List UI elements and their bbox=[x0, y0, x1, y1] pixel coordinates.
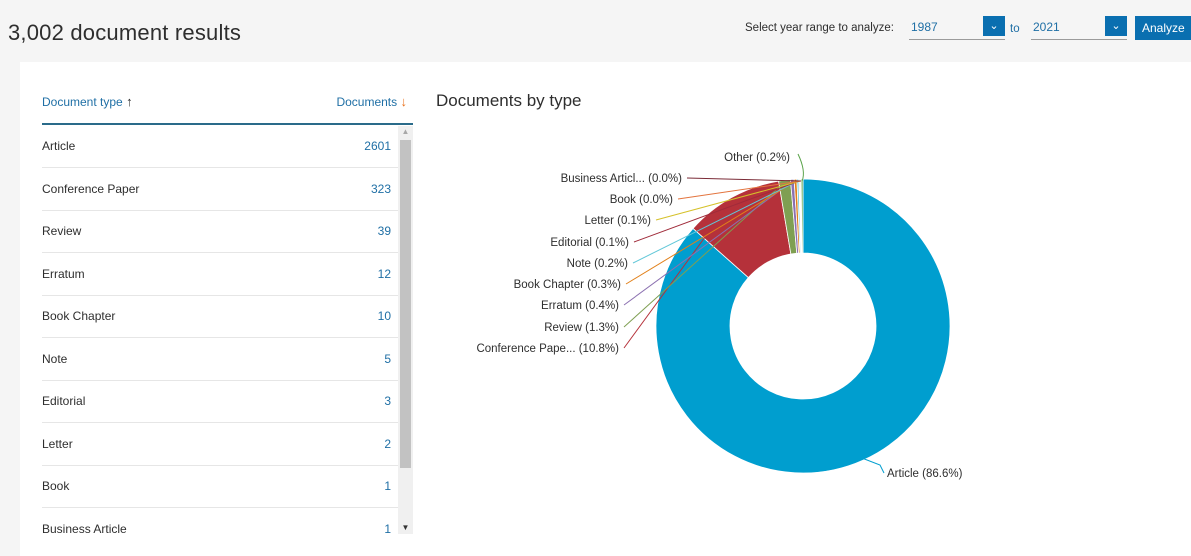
slice-label-erratum: Erratum (0.4%) bbox=[541, 300, 619, 312]
documents-by-type-donut-chart: Article (86.6%) Conference Pape... (10.8%… bbox=[476, 152, 963, 480]
leader-line-other bbox=[797, 153, 804, 182]
slice-label-note: Note (0.2%) bbox=[567, 258, 629, 270]
slice-label-book-chapter: Book Chapter (0.3%) bbox=[514, 279, 622, 291]
slice-label-review: Review (1.3%) bbox=[544, 322, 619, 334]
leader-line-article bbox=[862, 457, 885, 474]
slice-label-other: Other (0.2%) bbox=[724, 152, 790, 164]
slice-label-editorial: Editorial (0.1%) bbox=[550, 237, 629, 249]
slice-label-article: Article (86.6%) bbox=[887, 468, 963, 480]
slice-label-book: Book (0.0%) bbox=[610, 194, 673, 206]
slice-label-conference-paper: Conference Pape... (10.8%) bbox=[476, 343, 619, 355]
slice-label-business-article: Business Articl... (0.0%) bbox=[561, 173, 683, 185]
leader-line-business-article bbox=[686, 177, 802, 182]
slice-label-letter: Letter (0.1%) bbox=[585, 215, 652, 227]
